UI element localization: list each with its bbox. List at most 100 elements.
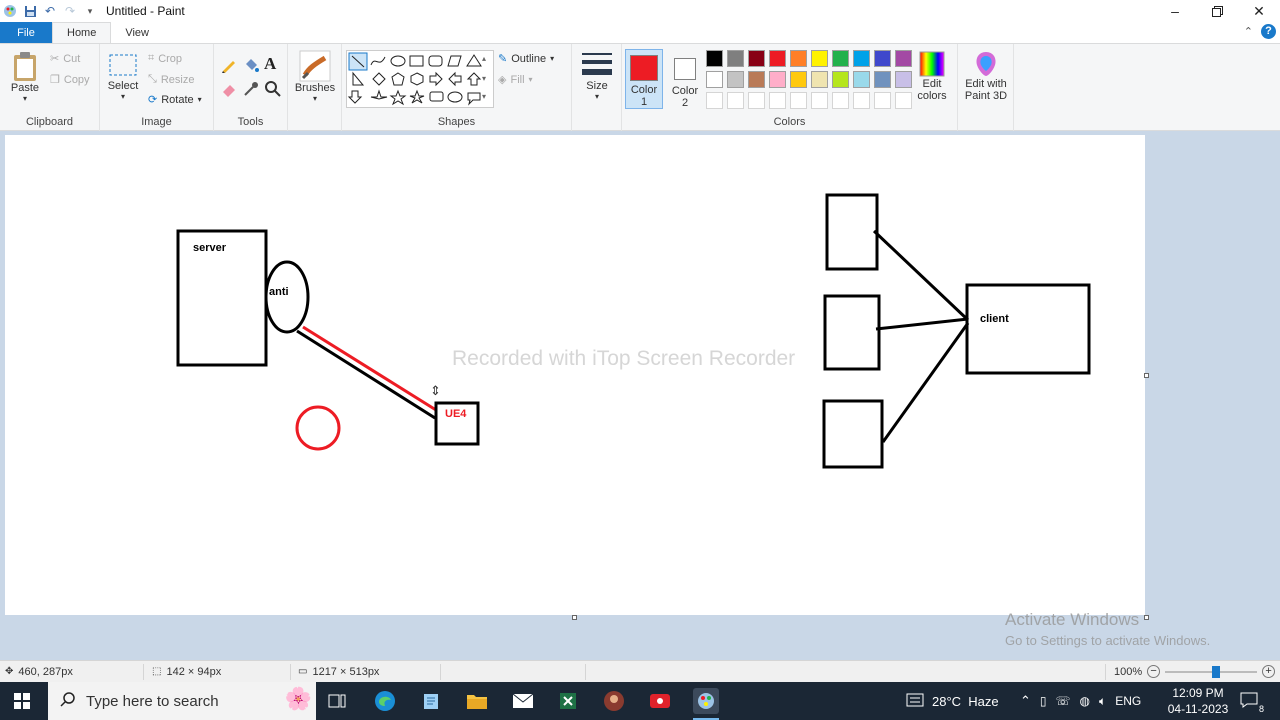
- rotate-dropdown-icon[interactable]: ▾: [198, 95, 202, 104]
- edit-colors-button[interactable]: Edit colors: [912, 50, 952, 102]
- paint-taskbar-icon[interactable]: [693, 688, 719, 714]
- color-swatch[interactable]: [853, 71, 870, 88]
- color-swatch[interactable]: [769, 50, 786, 67]
- screen-recorder-icon[interactable]: [647, 688, 673, 714]
- custom-color-slot[interactable]: [790, 92, 807, 109]
- network-icon[interactable]: ◍: [1080, 694, 1090, 708]
- brushes-dropdown-icon[interactable]: ▾: [313, 94, 317, 103]
- notification-center-icon[interactable]: 8: [1240, 692, 1264, 714]
- magnifier-icon[interactable]: [264, 80, 284, 100]
- minimize-icon[interactable]: –: [1154, 0, 1196, 22]
- color-swatch[interactable]: [895, 71, 912, 88]
- custom-color-slot[interactable]: [769, 92, 786, 109]
- color-swatch[interactable]: [706, 50, 723, 67]
- maximize-icon[interactable]: [1196, 0, 1238, 22]
- collapse-ribbon-icon[interactable]: ⌃: [1244, 25, 1253, 38]
- notepad-app-icon[interactable]: [418, 688, 444, 714]
- color-swatch[interactable]: [853, 50, 870, 67]
- paste-button[interactable]: Paste ▾: [8, 50, 42, 103]
- color1-button[interactable]: Color 1: [625, 49, 663, 109]
- crop-button[interactable]: ⌗ Crop: [148, 52, 182, 65]
- customize-dropdown-icon[interactable]: ▾: [82, 3, 98, 19]
- tab-file[interactable]: File: [0, 22, 52, 43]
- text-icon[interactable]: A: [264, 54, 284, 74]
- color2-button[interactable]: Color 2: [666, 49, 704, 109]
- tab-view[interactable]: View: [111, 22, 163, 43]
- canvas-resize-handle-right[interactable]: [1144, 373, 1149, 378]
- cut-button[interactable]: ✂ Cut: [50, 52, 80, 66]
- paint-app-icon[interactable]: [2, 3, 18, 19]
- color-swatch[interactable]: [727, 50, 744, 67]
- paste-dropdown-icon[interactable]: ▾: [23, 94, 27, 103]
- taskbar-search[interactable]: Type here to search 🌸: [48, 682, 316, 720]
- shapes-scroll-up-icon[interactable]: ▴: [482, 54, 486, 63]
- rotate-button[interactable]: ⟳ Rotate ▾: [148, 93, 202, 107]
- color-swatch[interactable]: [706, 71, 723, 88]
- mail-icon[interactable]: [510, 688, 536, 714]
- edge-browser-icon[interactable]: [372, 688, 398, 714]
- zoom-slider-thumb[interactable]: [1211, 665, 1220, 678]
- zoom-in-icon[interactable]: +: [1262, 665, 1276, 678]
- redo-icon[interactable]: ↷: [62, 3, 78, 19]
- copy-button[interactable]: ❐ Copy: [50, 73, 90, 87]
- fill-button[interactable]: ◈ Fill ▾: [498, 73, 533, 87]
- color-swatch[interactable]: [790, 50, 807, 67]
- task-view-icon[interactable]: [324, 688, 350, 714]
- tab-home[interactable]: Home: [52, 22, 112, 43]
- shapes-more-icon[interactable]: ▾: [482, 92, 486, 101]
- custom-color-slot[interactable]: [874, 92, 891, 109]
- color-swatch[interactable]: [811, 50, 828, 67]
- color-swatch[interactable]: [895, 50, 912, 67]
- color-swatch[interactable]: [727, 71, 744, 88]
- size-button[interactable]: Size ▾: [578, 50, 616, 101]
- custom-color-slot[interactable]: [832, 92, 849, 109]
- color-swatch[interactable]: [790, 71, 807, 88]
- pencil-icon[interactable]: [220, 56, 240, 76]
- custom-color-slot[interactable]: [811, 92, 828, 109]
- outline-button[interactable]: ✎ Outline ▾: [498, 52, 554, 66]
- select-dropdown-icon[interactable]: ▾: [121, 92, 125, 101]
- custom-color-slot[interactable]: [748, 92, 765, 109]
- color-swatch[interactable]: [748, 50, 765, 67]
- color-swatch[interactable]: [748, 71, 765, 88]
- tray-overflow-icon[interactable]: ⌃: [1020, 693, 1031, 709]
- color-swatch[interactable]: [832, 71, 849, 88]
- fill-bucket-icon[interactable]: [242, 56, 262, 76]
- custom-color-slot[interactable]: [727, 92, 744, 109]
- edit-with-paint3d-button[interactable]: Edit with Paint 3D: [960, 50, 1012, 102]
- color-swatch[interactable]: [769, 71, 786, 88]
- undo-icon[interactable]: ↶: [42, 3, 58, 19]
- brushes-button[interactable]: Brushes ▾: [292, 50, 338, 103]
- color-swatch[interactable]: [811, 71, 828, 88]
- weather-widget[interactable]: 28°C Haze: [906, 682, 999, 720]
- save-icon[interactable]: [22, 3, 38, 19]
- drawing-canvas[interactable]: server anti UE4 client ⇕: [5, 135, 1145, 615]
- custom-color-slot[interactable]: [853, 92, 870, 109]
- profile-app-icon[interactable]: [601, 688, 627, 714]
- zoom-slider[interactable]: [1165, 665, 1258, 678]
- color-picker-icon[interactable]: [242, 80, 262, 100]
- color-swatch[interactable]: [874, 71, 891, 88]
- custom-color-slot[interactable]: [895, 92, 912, 109]
- shapes-gallery[interactable]: [346, 50, 494, 108]
- close-icon[interactable]: ✕: [1238, 0, 1280, 22]
- eraser-icon[interactable]: [220, 80, 240, 100]
- meet-icon[interactable]: ☏: [1056, 694, 1071, 708]
- file-explorer-icon[interactable]: [464, 688, 490, 714]
- canvas-resize-handle-bottom[interactable]: [572, 615, 577, 620]
- clock[interactable]: 12:09 PM 04-11-2023: [1166, 685, 1230, 717]
- color-swatch[interactable]: [832, 50, 849, 67]
- zoom-out-icon[interactable]: −: [1147, 665, 1161, 678]
- device-icon[interactable]: ▯: [1040, 694, 1047, 708]
- language-indicator[interactable]: ENG: [1115, 694, 1141, 708]
- spreadsheet-app-icon[interactable]: [555, 688, 581, 714]
- help-icon[interactable]: ?: [1261, 24, 1276, 39]
- shapes-scroll-down-icon[interactable]: ▾: [482, 74, 486, 83]
- outline-icon: ✎: [498, 53, 508, 65]
- volume-icon[interactable]: 🔈︎: [1099, 694, 1106, 709]
- select-button[interactable]: Select ▾: [106, 50, 140, 101]
- color-swatch[interactable]: [874, 50, 891, 67]
- windows-start-icon[interactable]: [14, 693, 30, 709]
- resize-button[interactable]: ⤡ Resize: [148, 73, 194, 86]
- custom-color-slot[interactable]: [706, 92, 723, 109]
